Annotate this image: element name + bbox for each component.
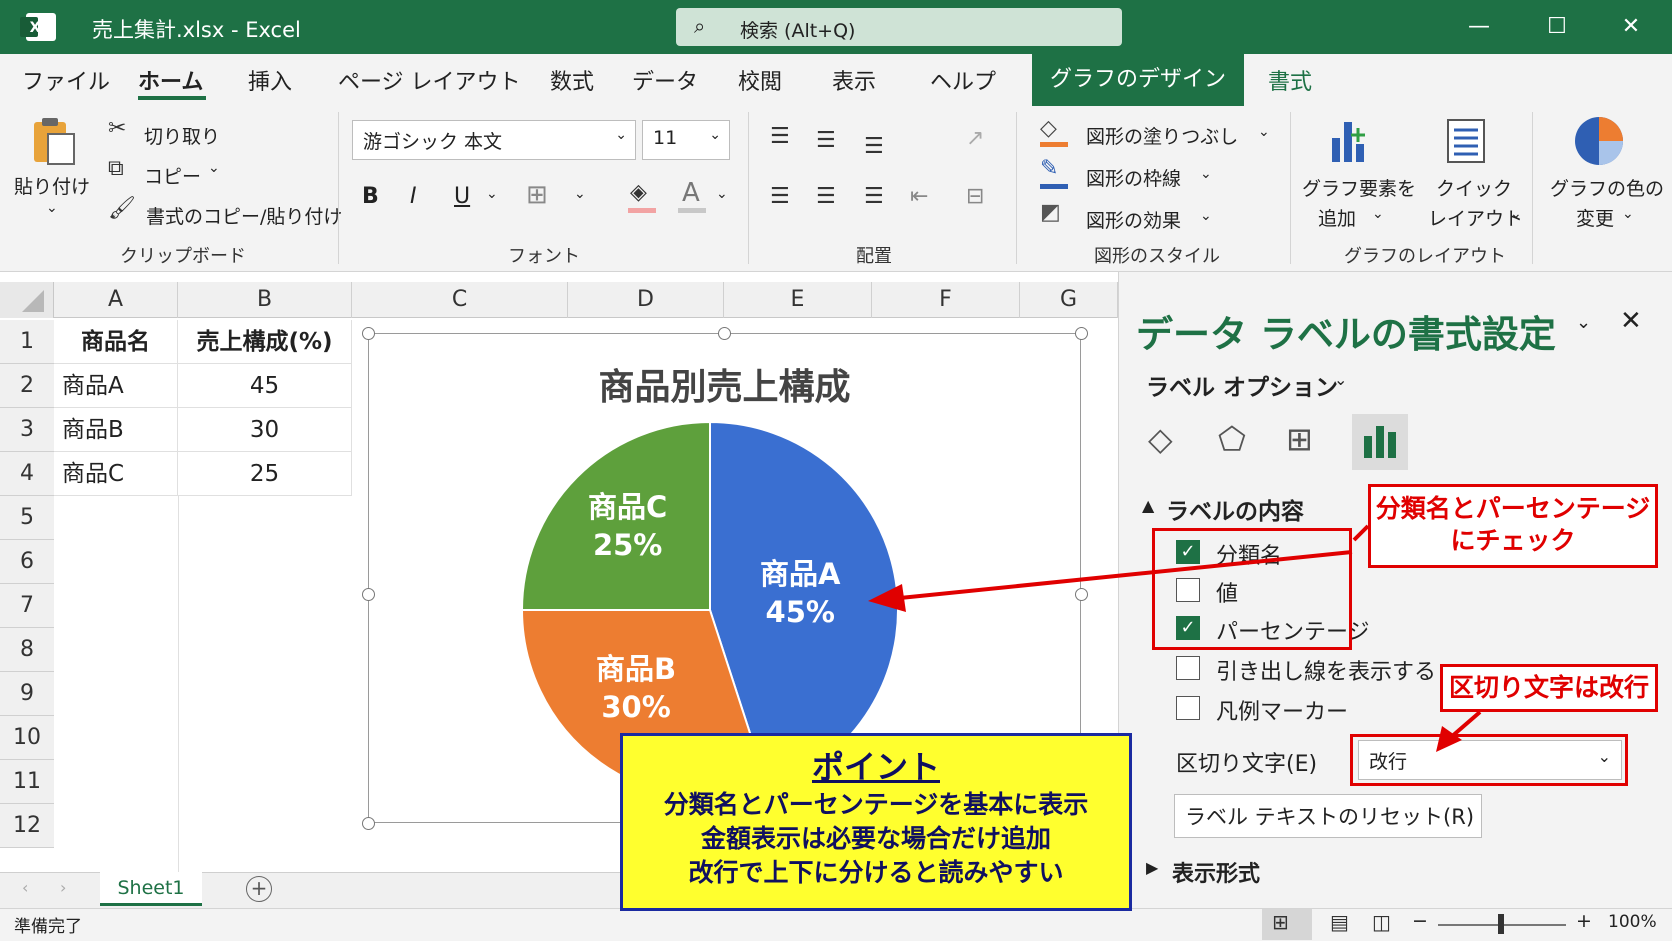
point-line-2: 金額表示は必要な場合だけ追加 [700, 824, 1051, 853]
point-box: ポイント 分類名とパーセンテージを基本に表示 金額表示は必要な場合だけ追加 改行… [620, 733, 1132, 911]
point-line-3: 改行で上下に分けると読みやすい [688, 858, 1064, 887]
point-title: ポイント [811, 748, 940, 786]
point-line-1: 分類名とパーセンテージを基本に表示 [663, 790, 1089, 819]
